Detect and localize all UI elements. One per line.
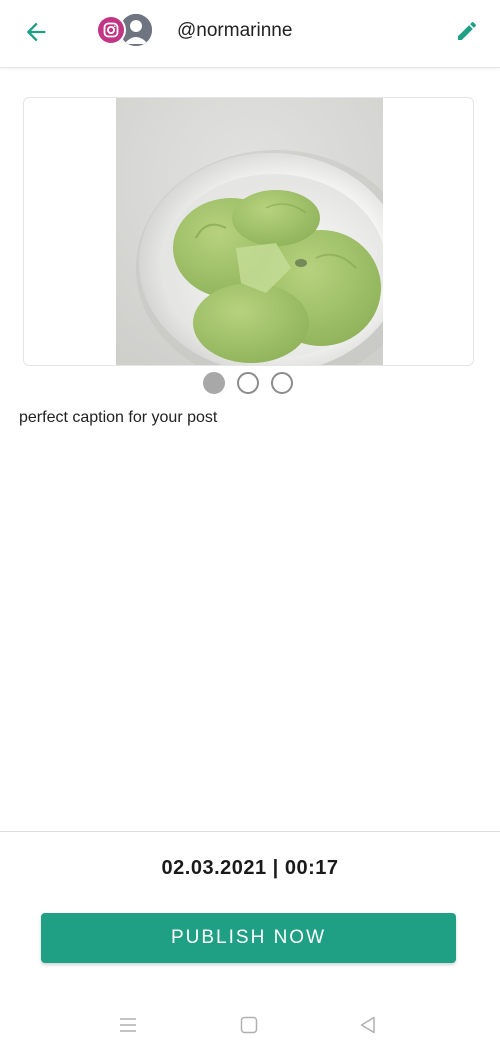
back-button[interactable] bbox=[18, 14, 54, 50]
instagram-icon bbox=[96, 15, 126, 45]
schedule-datetime[interactable]: 02.03.2021 | 00:17 bbox=[0, 857, 500, 880]
carousel-dot[interactable] bbox=[271, 372, 293, 394]
post-media-card bbox=[23, 97, 474, 366]
carousel-dot[interactable] bbox=[203, 372, 225, 394]
publish-now-button[interactable]: PUBLISH NOW bbox=[41, 913, 456, 963]
home-button[interactable] bbox=[236, 1014, 262, 1036]
top-app-bar: @normarinne bbox=[0, 0, 500, 68]
post-image[interactable] bbox=[116, 98, 383, 365]
arrow-left-icon bbox=[26, 22, 46, 42]
system-nav-bar bbox=[0, 1000, 500, 1055]
pencil-icon bbox=[458, 21, 477, 40]
recents-button[interactable] bbox=[115, 1014, 141, 1036]
carousel-dot[interactable] bbox=[237, 372, 259, 394]
edit-button[interactable] bbox=[452, 16, 482, 46]
carousel-indicator bbox=[203, 372, 293, 394]
account-username: @normarinne bbox=[177, 20, 293, 41]
menu-lines-icon bbox=[120, 1018, 136, 1032]
account-avatar-group[interactable] bbox=[96, 12, 158, 50]
system-back-button[interactable] bbox=[355, 1014, 381, 1036]
post-caption: perfect caption for your post bbox=[19, 409, 218, 426]
footer-divider bbox=[0, 831, 500, 832]
triangle-back-icon bbox=[360, 1016, 375, 1034]
square-icon bbox=[240, 1016, 258, 1034]
